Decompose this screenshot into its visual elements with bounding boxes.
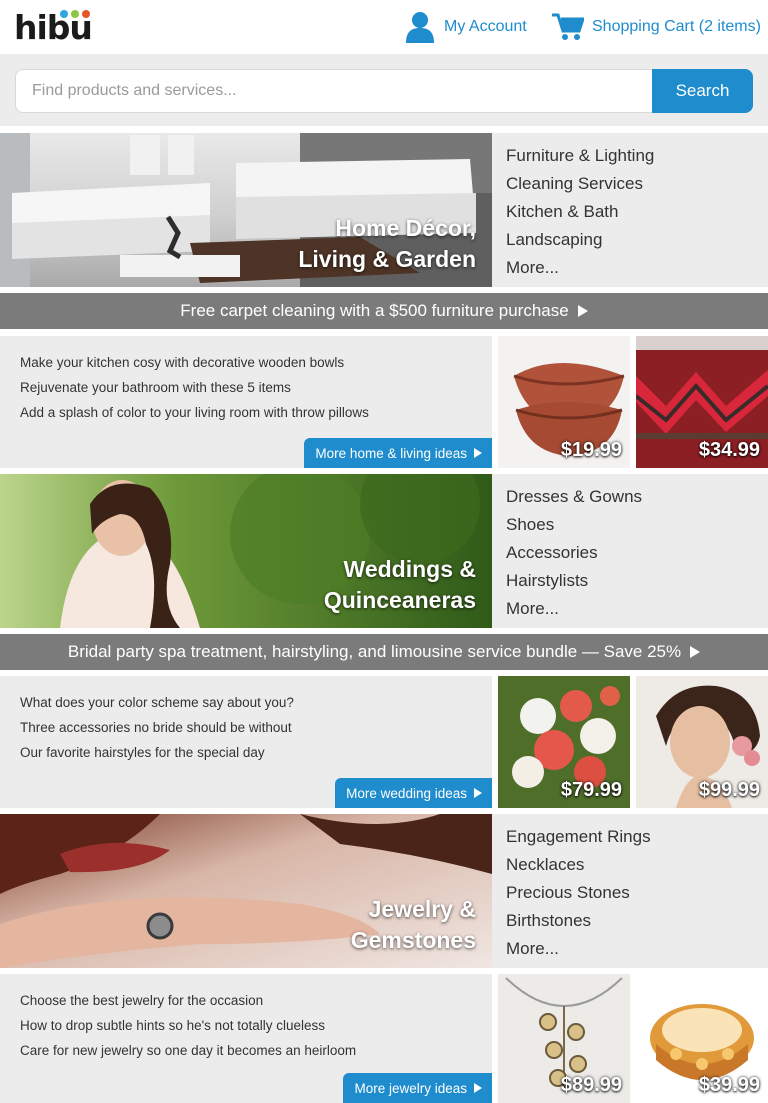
category-link[interactable]: Dresses & Gowns bbox=[506, 483, 768, 511]
hero-title-line: Jewelry & bbox=[368, 896, 476, 922]
product-tile[interactable]: $19.99 bbox=[498, 336, 630, 468]
shopping-cart-label: Shopping Cart (2 items) bbox=[592, 18, 761, 35]
idea-link[interactable]: Our favorite hairstyles for the special … bbox=[20, 740, 492, 765]
jewelry-category-list: Engagement Rings Necklaces Precious Ston… bbox=[492, 814, 768, 968]
search-button[interactable]: Search bbox=[652, 69, 753, 113]
category-link[interactable]: Shoes bbox=[506, 511, 768, 539]
idea-link[interactable]: Choose the best jewelry for the occasion bbox=[20, 988, 492, 1013]
promo-text: Free carpet cleaning with a $500 furnitu… bbox=[180, 301, 569, 320]
category-link[interactable]: Landscaping bbox=[506, 226, 768, 254]
idea-link[interactable]: Add a splash of color to your living roo… bbox=[20, 400, 492, 425]
product-tile[interactable]: $39.99 bbox=[636, 974, 768, 1103]
hero-title: Weddings & Quinceaneras bbox=[324, 554, 476, 616]
promo-banner[interactable]: Bridal party spa treatment, hairstyling,… bbox=[0, 634, 768, 670]
my-account-link[interactable]: My Account bbox=[404, 10, 527, 44]
category-more-link[interactable]: More... bbox=[506, 254, 768, 282]
category-more-link[interactable]: More... bbox=[506, 595, 768, 623]
category-link[interactable]: Hairstylists bbox=[506, 567, 768, 595]
jewelry-ideas-panel: Choose the best jewelry for the occasion… bbox=[0, 974, 492, 1103]
weddings-category-list: Dresses & Gowns Shoes Accessories Hairst… bbox=[492, 474, 768, 628]
idea-link[interactable]: How to drop subtle hints so he's not tot… bbox=[20, 1013, 492, 1038]
play-arrow-icon bbox=[577, 305, 588, 317]
weddings-banner[interactable]: Weddings & Quinceaneras bbox=[0, 474, 492, 628]
hero-title-line: Weddings & bbox=[343, 556, 476, 582]
product-price: $19.99 bbox=[560, 439, 622, 461]
idea-link[interactable]: Three accessories no bride should be wit… bbox=[20, 715, 492, 740]
hero-title-line: Home Décor, bbox=[335, 215, 476, 241]
category-link[interactable]: Accessories bbox=[506, 539, 768, 567]
category-link[interactable]: Engagement Rings bbox=[506, 823, 768, 851]
more-ideas-button[interactable]: More jewelry ideas bbox=[343, 1073, 492, 1103]
category-link[interactable]: Furniture & Lighting bbox=[506, 142, 768, 170]
home-ideas-panel: Make your kitchen cosy with decorative w… bbox=[0, 336, 492, 468]
product-price: $34.99 bbox=[698, 439, 760, 461]
idea-link[interactable]: Make your kitchen cosy with decorative w… bbox=[20, 350, 492, 375]
jewelry-banner[interactable]: Jewelry & Gemstones bbox=[0, 814, 492, 968]
play-arrow-icon bbox=[474, 1083, 482, 1093]
category-link[interactable]: Precious Stones bbox=[506, 879, 768, 907]
product-tile[interactable]: $79.99 bbox=[498, 676, 630, 808]
hero-title-line: Living & Garden bbox=[298, 246, 476, 272]
idea-link[interactable]: Care for new jewelry so one day it becom… bbox=[20, 1038, 492, 1063]
search-bar: Search bbox=[0, 54, 768, 126]
category-more-link[interactable]: More... bbox=[506, 935, 768, 963]
category-link[interactable]: Kitchen & Bath bbox=[506, 198, 768, 226]
product-price: $79.99 bbox=[560, 779, 622, 801]
more-ideas-label: More home & living ideas bbox=[315, 445, 467, 461]
search-input[interactable] bbox=[15, 69, 655, 113]
play-arrow-icon bbox=[690, 646, 701, 658]
wedding-ideas-panel: What does your color scheme say about yo… bbox=[0, 676, 492, 808]
product-price: $89.99 bbox=[560, 1074, 622, 1096]
promo-banner[interactable]: Free carpet cleaning with a $500 furnitu… bbox=[0, 293, 768, 329]
promo-text: Bridal party spa treatment, hairstyling,… bbox=[67, 642, 682, 661]
my-account-label: My Account bbox=[444, 18, 527, 35]
hero-title-line: Gemstones bbox=[350, 927, 476, 953]
product-price: $99.99 bbox=[698, 779, 760, 801]
shopping-cart-link[interactable]: Shopping Cart (2 items) bbox=[552, 10, 761, 44]
hero-title-line: Quinceaneras bbox=[323, 587, 476, 613]
product-tile[interactable]: $89.99 bbox=[498, 974, 630, 1103]
shopping-cart-icon bbox=[552, 13, 584, 40]
product-tile[interactable]: $99.99 bbox=[636, 676, 768, 808]
top-header: hibu My Account Shopping Cart (2 items) bbox=[0, 0, 768, 54]
hero-title: Home Décor, Living & Garden bbox=[298, 213, 476, 275]
product-tile[interactable]: $34.99 bbox=[636, 336, 768, 468]
more-ideas-label: More jewelry ideas bbox=[354, 1080, 467, 1096]
more-ideas-label: More wedding ideas bbox=[346, 785, 467, 801]
home-decor-banner[interactable]: Home Décor, Living & Garden bbox=[0, 133, 492, 287]
product-price: $39.99 bbox=[698, 1074, 760, 1096]
hero-title: Jewelry & Gemstones bbox=[351, 894, 476, 956]
home-category-list: Furniture & Lighting Cleaning Services K… bbox=[492, 133, 768, 287]
more-ideas-button[interactable]: More home & living ideas bbox=[304, 438, 492, 468]
logo-dots-icon bbox=[60, 10, 100, 18]
category-link[interactable]: Birthstones bbox=[506, 907, 768, 935]
category-link[interactable]: Cleaning Services bbox=[506, 170, 768, 198]
idea-link[interactable]: Rejuvenate your bathroom with these 5 it… bbox=[20, 375, 492, 400]
user-icon bbox=[406, 12, 434, 43]
play-arrow-icon bbox=[474, 788, 482, 798]
idea-link[interactable]: What does your color scheme say about yo… bbox=[20, 690, 492, 715]
category-link[interactable]: Necklaces bbox=[506, 851, 768, 879]
play-arrow-icon bbox=[474, 448, 482, 458]
more-ideas-button[interactable]: More wedding ideas bbox=[335, 778, 492, 808]
